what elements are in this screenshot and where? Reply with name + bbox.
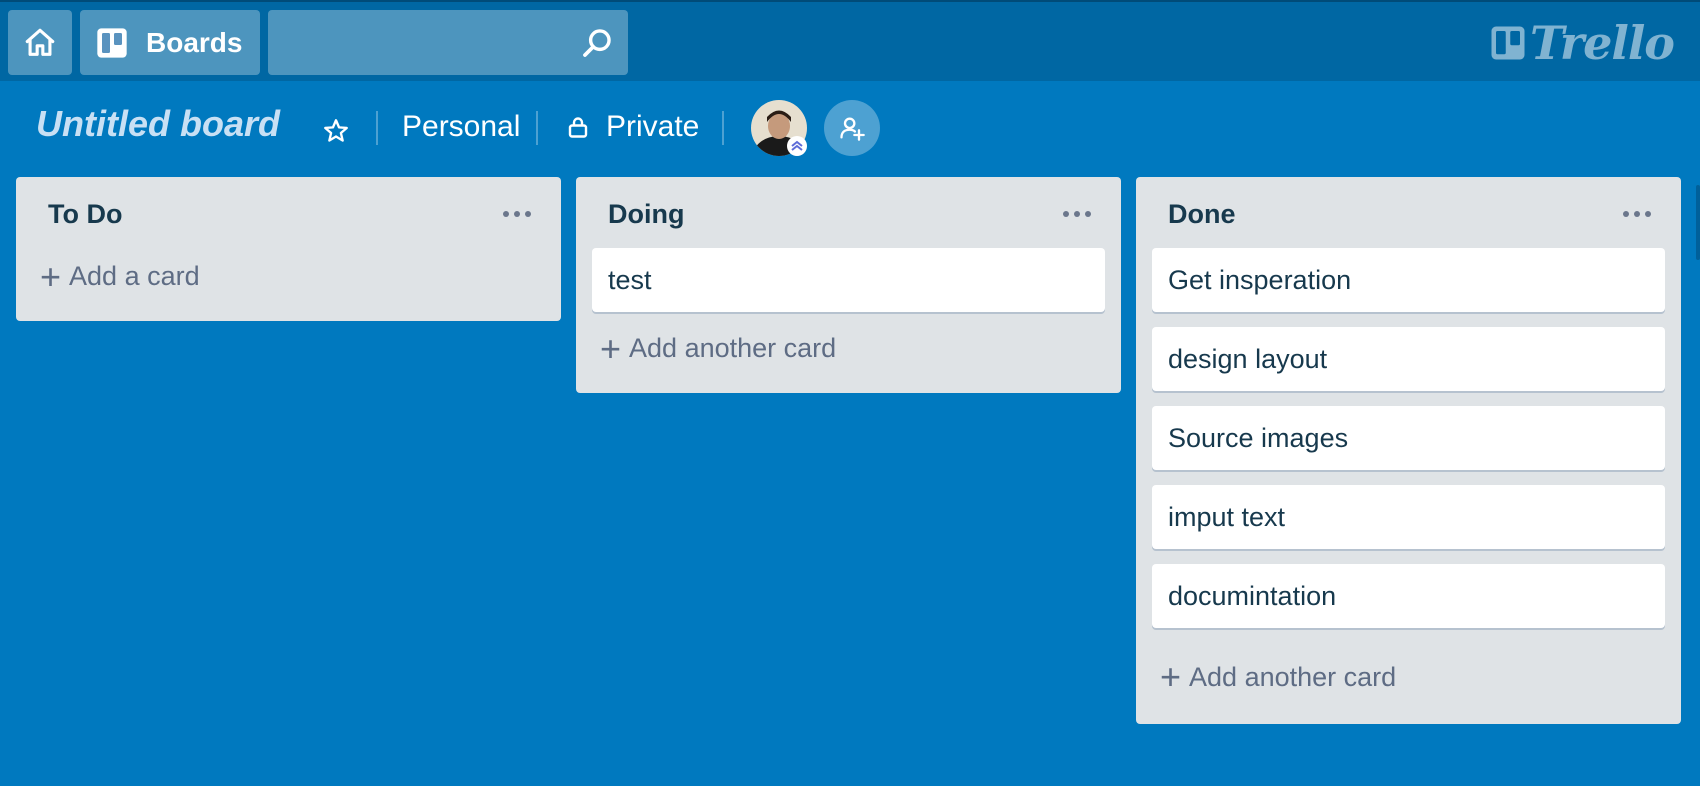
trello-logo-text: Trello bbox=[1529, 16, 1675, 70]
top-navigation-bar: Boards Trello bbox=[0, 0, 1700, 81]
add-card-label: Add another card bbox=[629, 333, 837, 363]
star-board-button[interactable] bbox=[318, 113, 354, 149]
admin-badge-icon bbox=[787, 136, 807, 156]
list-done: Done Get insperation design layout Sourc… bbox=[1136, 177, 1681, 724]
board-title[interactable]: Untitled board bbox=[36, 103, 280, 145]
list-menu-button[interactable] bbox=[1057, 199, 1097, 229]
lock-icon bbox=[568, 117, 588, 138]
list-header: To Do bbox=[32, 177, 545, 248]
board-scrollbar[interactable] bbox=[1696, 185, 1700, 260]
card-list: test bbox=[592, 248, 1105, 312]
card[interactable]: Source images bbox=[1152, 406, 1665, 470]
add-card-label: Add a card bbox=[69, 261, 200, 291]
card-list: Get insperation design layout Source ima… bbox=[1152, 248, 1665, 628]
boards-icon bbox=[96, 27, 128, 59]
card[interactable]: imput text bbox=[1152, 485, 1665, 549]
visibility-button[interactable]: Private bbox=[556, 103, 709, 151]
card[interactable]: test bbox=[592, 248, 1105, 312]
plus-icon: + bbox=[1160, 656, 1182, 697]
add-member-icon bbox=[840, 117, 865, 141]
card[interactable]: documintation bbox=[1152, 564, 1665, 628]
visibility-label: Private bbox=[606, 110, 700, 143]
member-avatar[interactable] bbox=[751, 100, 807, 156]
header-divider bbox=[536, 111, 538, 145]
card[interactable]: Get insperation bbox=[1152, 248, 1665, 312]
more-dots-icon bbox=[1063, 211, 1091, 217]
search-bar[interactable] bbox=[268, 10, 628, 75]
list-to-do: To Do + Add a card bbox=[16, 177, 561, 321]
boards-button[interactable]: Boards bbox=[80, 10, 260, 75]
plus-icon: + bbox=[40, 255, 62, 297]
header-divider bbox=[722, 111, 724, 145]
list-header: Doing bbox=[592, 177, 1105, 248]
add-card-button[interactable]: + Add another card bbox=[1152, 628, 1665, 716]
trello-logo[interactable]: Trello bbox=[1490, 16, 1675, 70]
list-header: Done bbox=[1152, 177, 1665, 248]
trello-logo-icon bbox=[1491, 26, 1525, 60]
more-dots-icon bbox=[503, 211, 531, 217]
search-icon[interactable] bbox=[580, 26, 614, 60]
list-menu-button[interactable] bbox=[1617, 199, 1657, 229]
boards-label: Boards bbox=[146, 26, 243, 58]
header-divider bbox=[376, 111, 378, 145]
board-header: Untitled board Personal Private bbox=[0, 81, 1700, 176]
home-button[interactable] bbox=[8, 10, 72, 75]
add-card-button[interactable]: + Add another card bbox=[592, 312, 1105, 385]
home-icon bbox=[25, 28, 55, 56]
team-button[interactable]: Personal bbox=[392, 103, 530, 151]
list-menu-button[interactable] bbox=[497, 199, 537, 229]
list-doing: Doing test + Add another card bbox=[576, 177, 1121, 393]
list-title[interactable]: To Do bbox=[48, 199, 122, 230]
add-card-button[interactable]: + Add a card bbox=[32, 240, 545, 313]
add-card-label: Add another card bbox=[1189, 661, 1397, 692]
team-label: Personal bbox=[402, 110, 521, 143]
invite-member-button[interactable] bbox=[824, 100, 880, 156]
more-dots-icon bbox=[1623, 211, 1651, 217]
card[interactable]: design layout bbox=[1152, 327, 1665, 391]
plus-icon: + bbox=[600, 327, 622, 369]
list-title[interactable]: Done bbox=[1168, 199, 1236, 230]
star-icon bbox=[324, 119, 348, 142]
list-title[interactable]: Doing bbox=[608, 199, 684, 230]
search-input[interactable] bbox=[268, 10, 568, 75]
